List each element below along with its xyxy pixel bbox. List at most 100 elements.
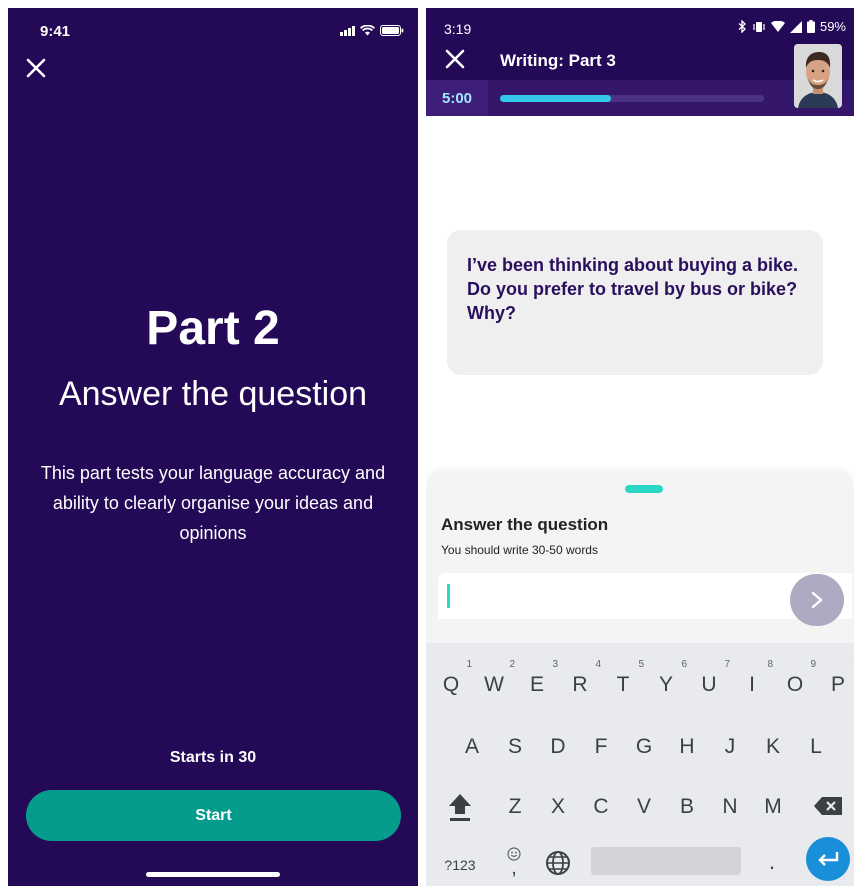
key-label: E bbox=[529, 673, 544, 696]
word-count-hint: You should write 30-50 words bbox=[441, 543, 598, 557]
keyboard-key[interactable]: Q1 bbox=[436, 659, 472, 697]
enter-arrow-icon bbox=[818, 852, 839, 866]
part-description: This part tests your language accuracy a… bbox=[40, 463, 386, 543]
app-header: 3:19 59% Writing: Part 3 bbox=[426, 8, 854, 80]
keyboard-key[interactable]: Z bbox=[500, 795, 530, 819]
keyboard-key[interactable]: V bbox=[629, 795, 659, 819]
status-icons: 59% bbox=[738, 19, 846, 34]
task-title: Writing: Part 3 bbox=[500, 51, 616, 70]
part-subtitle: Answer the question bbox=[58, 375, 368, 413]
status-bar: 9:41 bbox=[8, 8, 418, 56]
key-label: W bbox=[484, 673, 504, 696]
close-icon[interactable] bbox=[24, 56, 48, 80]
shift-icon bbox=[449, 794, 471, 821]
period-key[interactable]: . bbox=[760, 849, 784, 875]
cellular-signal-icon bbox=[789, 20, 802, 33]
key-label: V bbox=[636, 795, 651, 818]
key-label: Y bbox=[658, 673, 673, 696]
keyboard-key[interactable]: M bbox=[758, 795, 788, 819]
wifi-icon bbox=[770, 20, 785, 32]
key-number-hint: 4 bbox=[595, 659, 601, 670]
keyboard-key[interactable]: P0 bbox=[823, 659, 854, 697]
keyboard-key[interactable]: E3 bbox=[522, 659, 558, 697]
keyboard-key[interactable]: K bbox=[758, 735, 788, 759]
backspace-key[interactable] bbox=[811, 793, 845, 819]
keyboard-key[interactable]: T5 bbox=[608, 659, 644, 697]
key-label: G bbox=[635, 735, 653, 758]
keyboard-key[interactable]: Y6 bbox=[651, 659, 687, 697]
key-number-hint: 1 bbox=[466, 659, 472, 670]
keyboard-key[interactable]: J bbox=[715, 735, 745, 759]
key-number-hint: 9 bbox=[810, 659, 816, 670]
key-label: S bbox=[507, 735, 522, 758]
keyboard-key[interactable]: F bbox=[586, 735, 616, 759]
key-label: A bbox=[464, 735, 479, 758]
keyboard-key[interactable]: A bbox=[457, 735, 487, 759]
start-button[interactable]: Start bbox=[26, 790, 401, 841]
key-number-hint: 3 bbox=[552, 659, 558, 670]
keyboard-key[interactable]: H bbox=[672, 735, 702, 759]
keyboard-key[interactable]: X bbox=[543, 795, 573, 819]
answer-sheet-title: Answer the question bbox=[441, 515, 609, 534]
language-key[interactable] bbox=[544, 849, 572, 877]
shift-key[interactable] bbox=[444, 791, 476, 823]
status-time: 9:41 bbox=[40, 23, 71, 40]
key-label: R bbox=[572, 673, 588, 696]
enter-key[interactable] bbox=[806, 837, 850, 881]
key-label: F bbox=[594, 735, 608, 758]
key-label: O bbox=[786, 673, 804, 696]
keyboard-key[interactable]: G bbox=[629, 735, 659, 759]
cellular-signal-icon bbox=[340, 25, 355, 36]
battery-icon bbox=[380, 25, 404, 36]
key-label: N bbox=[722, 795, 738, 818]
keyboard-key[interactable]: N bbox=[715, 795, 745, 819]
keyboard-key[interactable]: I8 bbox=[737, 659, 773, 697]
key-label: X bbox=[550, 795, 565, 818]
timer-display: 5:00 bbox=[426, 80, 488, 116]
key-number-hint: 6 bbox=[681, 659, 687, 670]
keyboard-key[interactable]: D bbox=[543, 735, 573, 759]
key-label: H bbox=[679, 735, 695, 758]
screenshot-canvas: 9:41 Part 2 Answer the question This par… bbox=[0, 0, 854, 886]
comma-key-label: , bbox=[511, 857, 517, 879]
keyboard-key[interactable]: L bbox=[801, 735, 831, 759]
symbols-key[interactable]: ?123 bbox=[438, 855, 482, 875]
key-label: U bbox=[701, 673, 717, 696]
spacebar-key[interactable] bbox=[591, 847, 741, 875]
globe-icon bbox=[546, 851, 570, 875]
keyboard-key[interactable]: C bbox=[586, 795, 616, 819]
key-number-hint: 7 bbox=[724, 659, 730, 670]
key-label: B bbox=[679, 795, 694, 818]
chevron-right-icon bbox=[811, 591, 823, 609]
close-icon[interactable] bbox=[444, 48, 466, 70]
key-label: J bbox=[724, 735, 736, 758]
key-label: L bbox=[810, 735, 822, 758]
key-label: Z bbox=[508, 795, 522, 818]
answer-sheet: Answer the question You should write 30-… bbox=[426, 473, 854, 643]
bluetooth-icon bbox=[738, 20, 746, 33]
keyboard-key[interactable]: O9 bbox=[780, 659, 816, 697]
wifi-icon bbox=[360, 25, 375, 36]
home-indicator[interactable] bbox=[146, 872, 280, 877]
countdown-text: Starts in 30 bbox=[169, 749, 257, 766]
key-label: C bbox=[593, 795, 609, 818]
sheet-drag-handle[interactable] bbox=[625, 485, 663, 493]
prompt-message-bubble: I’ve been thinking about buying a bike. … bbox=[447, 230, 823, 375]
on-screen-keyboard: ?123 , . Q 1 W 2 E 3 R 4 T 5 Y 6 U 7 I 8… bbox=[426, 643, 854, 886]
timer-bar: 5:00 bbox=[426, 80, 854, 116]
part-title: Part 2 bbox=[146, 302, 280, 355]
backspace-icon bbox=[814, 797, 842, 815]
emoji-comma-key[interactable]: , bbox=[502, 843, 526, 879]
keyboard-key[interactable]: S bbox=[500, 735, 530, 759]
timer-progress-track bbox=[500, 95, 764, 102]
tutor-avatar bbox=[794, 44, 842, 108]
key-label: D bbox=[550, 735, 566, 758]
keyboard-key[interactable]: W2 bbox=[479, 659, 515, 697]
send-button[interactable] bbox=[790, 574, 844, 626]
keyboard-key[interactable]: U7 bbox=[694, 659, 730, 697]
part-intro-screen: 9:41 Part 2 Answer the question This par… bbox=[8, 8, 418, 886]
writing-task-screen: 3:19 59% Writing: Part 3 5:00 I’ve been … bbox=[426, 8, 854, 886]
key-label: M bbox=[764, 795, 782, 818]
keyboard-key[interactable]: R4 bbox=[565, 659, 601, 697]
keyboard-key[interactable]: B bbox=[672, 795, 702, 819]
